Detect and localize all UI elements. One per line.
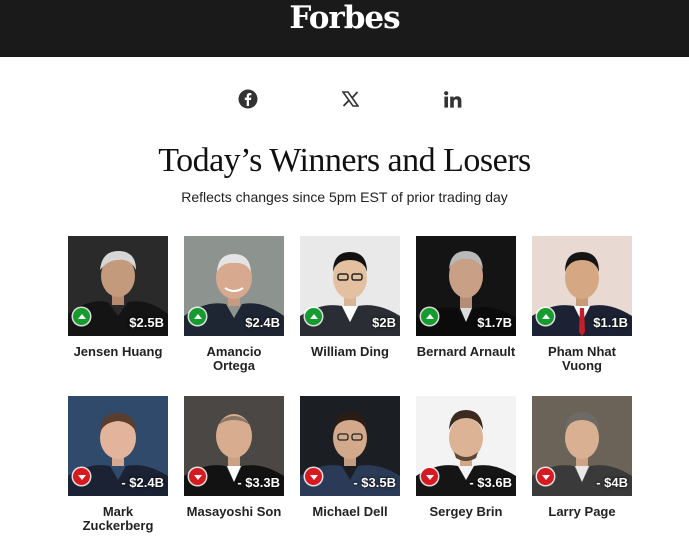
- page-subtitle: Reflects changes since 5pm EST of prior …: [181, 189, 508, 205]
- portrait-photo: - $3.6B: [416, 396, 516, 496]
- wealth-change: $2B: [372, 315, 396, 330]
- linkedin-share-button[interactable]: [442, 88, 464, 110]
- linkedin-icon: [444, 90, 462, 108]
- increase-arrow-icon: [537, 308, 554, 325]
- wealth-change: - $3.3B: [237, 475, 280, 490]
- portrait-photo: $1.1B: [532, 236, 632, 336]
- person-name: Bernard Arnault: [416, 344, 516, 359]
- winner-card[interactable]: $2B William Ding: [300, 236, 400, 359]
- facebook-icon: [238, 89, 258, 109]
- increase-arrow-icon: [421, 308, 438, 325]
- person-name: Pham Nhat Vuong: [548, 344, 616, 373]
- portrait-photo: $1.7B: [416, 236, 516, 336]
- x-icon: [341, 91, 359, 107]
- winner-card[interactable]: $1.1B Pham Nhat Vuong: [532, 236, 632, 373]
- loser-card[interactable]: - $4B Larry Page: [532, 396, 632, 519]
- wealth-change: $1.1B: [593, 315, 628, 330]
- portrait-photo: - $2.4B: [68, 396, 168, 496]
- winner-card[interactable]: $2.5B Jensen Huang: [68, 236, 168, 359]
- wealth-change: - $4B: [596, 475, 628, 490]
- facebook-share-button[interactable]: [237, 88, 259, 110]
- increase-arrow-icon: [73, 308, 90, 325]
- person-name: Jensen Huang: [73, 344, 163, 359]
- portrait-photo: - $4B: [532, 396, 632, 496]
- person-name: William Ding: [311, 344, 389, 359]
- decrease-arrow-icon: [305, 468, 322, 485]
- decrease-arrow-icon: [189, 468, 206, 485]
- forbes-logo[interactable]: Forbes: [0, 0, 689, 40]
- portrait-photo: $2B: [300, 236, 400, 336]
- loser-card[interactable]: - $3.6B Sergey Brin: [416, 396, 516, 519]
- portrait-photo: - $3.5B: [300, 396, 400, 496]
- wealth-change: - $2.4B: [121, 475, 164, 490]
- increase-arrow-icon: [305, 308, 322, 325]
- person-name: Michael Dell: [312, 504, 388, 519]
- decrease-arrow-icon: [537, 468, 554, 485]
- portrait-photo: $2.5B: [68, 236, 168, 336]
- loser-card[interactable]: - $3.3B Masayoshi Son: [184, 396, 284, 519]
- wealth-change: - $3.6B: [469, 475, 512, 490]
- increase-arrow-icon: [189, 308, 206, 325]
- loser-card[interactable]: - $2.4B Mark Zuckerberg: [68, 396, 168, 533]
- portrait-photo: $2.4B: [184, 236, 284, 336]
- x-share-button[interactable]: [339, 88, 361, 110]
- person-name: Sergey Brin: [429, 504, 503, 519]
- page-title: Today’s Winners and Losers: [158, 142, 531, 179]
- person-name: Larry Page: [548, 504, 616, 519]
- loser-card[interactable]: - $3.5B Michael Dell: [300, 396, 400, 519]
- wealth-change: - $3.5B: [353, 475, 396, 490]
- decrease-arrow-icon: [73, 468, 90, 485]
- winner-card[interactable]: $2.4B Amancio Ortega: [184, 236, 284, 373]
- person-name: Mark Zuckerberg: [82, 504, 154, 533]
- wealth-change: $2.5B: [129, 315, 164, 330]
- wealth-change: $1.7B: [477, 315, 512, 330]
- wealth-change: $2.4B: [245, 315, 280, 330]
- portrait-photo: - $3.3B: [184, 396, 284, 496]
- decrease-arrow-icon: [421, 468, 438, 485]
- person-name: Amancio Ortega: [206, 344, 262, 373]
- winner-card[interactable]: $1.7B Bernard Arnault: [416, 236, 516, 359]
- person-name: Masayoshi Son: [186, 504, 282, 519]
